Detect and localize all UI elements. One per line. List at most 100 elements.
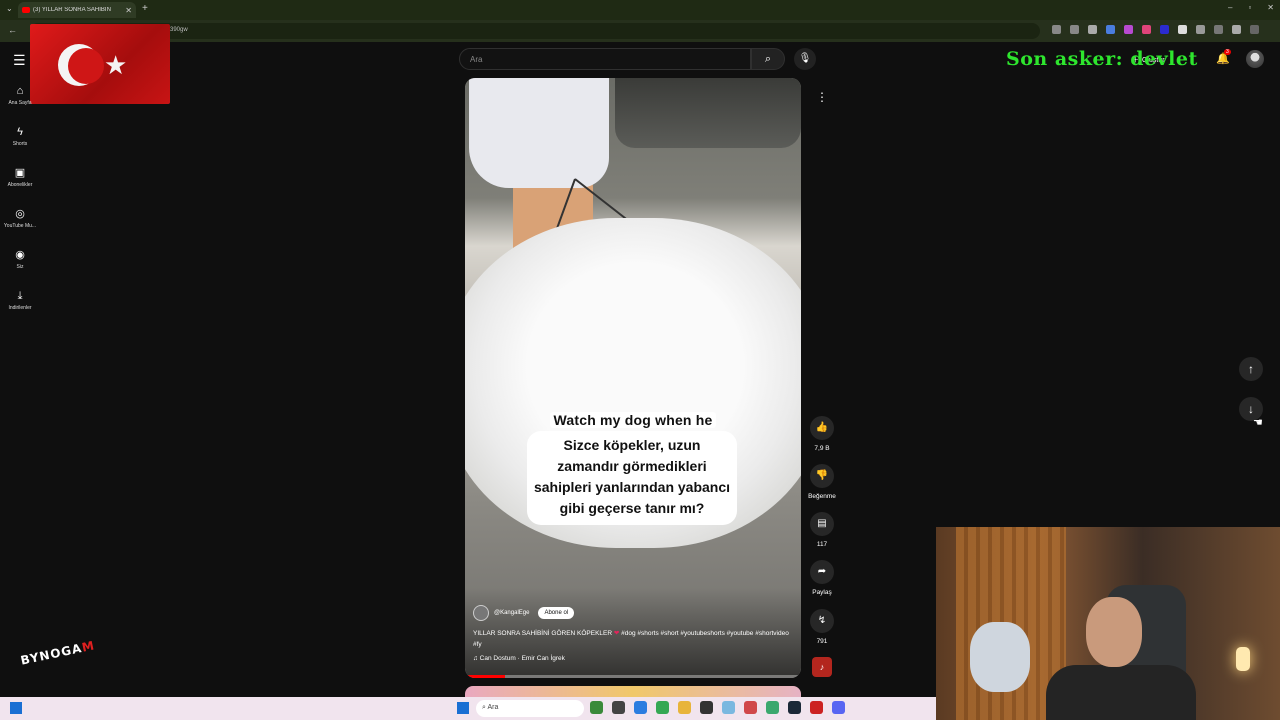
start-button-icon[interactable] (457, 702, 469, 714)
sidebar-item-you[interactable]: ◉ Siz (0, 248, 40, 270)
short-video-player[interactable]: Watch my dog when he Sizce köpekler, uzu… (465, 78, 801, 678)
sound-thumbnail-button[interactable]: ♪ (812, 657, 832, 677)
maximize-button[interactable]: ▫ (1248, 3, 1251, 12)
dislike-label: Beğenme (808, 493, 836, 500)
previous-short-button[interactable]: ↑ (1239, 357, 1263, 381)
screen: ⌄ (3) YILLAR SONRA SAHİBİN ✕ + – ▫ ✕ ← 3… (0, 0, 1280, 720)
taskbar-app-icon[interactable] (810, 701, 823, 714)
taskbar-app-icon[interactable] (590, 701, 603, 714)
zoom-icon[interactable] (1070, 25, 1079, 34)
video-person-shorts (469, 78, 609, 188)
heart-icon: ❤ (613, 630, 620, 637)
notification-badge: 3 (1224, 49, 1231, 55)
share-label: Paylaş (812, 589, 832, 596)
account-avatar[interactable] (1246, 50, 1264, 68)
video-progress-fill (465, 675, 506, 678)
url-field[interactable]: 390gw (30, 23, 1040, 39)
obs-icon[interactable] (700, 701, 713, 714)
menu-hamburger-icon[interactable]: ☰ (13, 52, 26, 69)
streamer-logo: BYNOGAM (19, 638, 96, 667)
close-tab-icon[interactable]: ✕ (125, 6, 132, 15)
extension-icon[interactable] (1160, 25, 1169, 34)
channel-info: @KangalEge Abone ol (473, 605, 575, 621)
dislike-button[interactable]: 👎 Beğenme (806, 464, 838, 500)
discord-icon[interactable] (832, 701, 845, 714)
channel-avatar[interactable] (473, 605, 489, 621)
sidebar-icon[interactable] (1214, 25, 1223, 34)
remix-button[interactable]: ↯ 791 (806, 609, 838, 645)
video-caption: Sizce köpekler, uzun zamandır görmedikle… (527, 431, 737, 525)
webcam-streamer-head (1086, 597, 1142, 667)
thumbs-down-icon: 👎 (810, 464, 834, 488)
sidebar-item-subscriptions[interactable]: ▣ Abonelikler (0, 166, 40, 188)
star-icon: ★ (104, 50, 128, 80)
extension-icon[interactable] (1124, 25, 1133, 34)
video-song[interactable]: ♫ Can Dostum · Emir Can İgrek (473, 655, 565, 662)
download-icon: ⤓ (17, 290, 23, 302)
extension-icon[interactable] (1142, 25, 1151, 34)
microphone-icon: 🎙 (798, 53, 812, 64)
subscribe-button[interactable]: Abone ol (538, 607, 575, 619)
new-tab-button[interactable]: + (142, 3, 148, 14)
sidebar-item-downloads[interactable]: ⤓ İndirilenler (0, 289, 40, 311)
sidebar-item-label: Siz (16, 264, 24, 270)
home-icon: ⌂ (16, 85, 24, 97)
sidebar-item-home[interactable]: ⌂ Ana Sayfa (0, 84, 40, 106)
video-car (615, 78, 801, 148)
install-app-icon[interactable] (1052, 25, 1061, 34)
taskbar-app-icon[interactable] (722, 701, 735, 714)
minimize-button[interactable]: – (1228, 3, 1232, 12)
webcam-lamp (1236, 647, 1250, 671)
music-note-icon: ♪ (819, 662, 825, 672)
sidebar-item-label: Shorts (12, 141, 28, 147)
video-title-text: YILLAR SONRA SAHİBİNİ GÖREN KÖPEKLER (473, 630, 613, 637)
share-button[interactable]: ➦ Paylaş (806, 560, 838, 596)
video-overlay-text-label: Watch my dog when he (550, 412, 716, 428)
taskbar-search[interactable]: ⌕ Ara (476, 700, 584, 717)
tab-search-chevron-icon[interactable]: ⌄ (6, 4, 13, 13)
video-progress-bar[interactable] (465, 675, 801, 678)
voice-search-button[interactable]: 🎙 (794, 48, 816, 70)
taskbar-search-placeholder: Ara (487, 704, 499, 711)
extension-icon[interactable] (1106, 25, 1115, 34)
steam-icon[interactable] (788, 701, 801, 714)
search-input[interactable]: Ara (459, 48, 751, 70)
sidebar-item-shorts[interactable]: ϟ Shorts (0, 125, 40, 147)
search-button[interactable]: ⌕ (751, 48, 785, 70)
widgets-icon[interactable] (10, 702, 22, 714)
taskbar-apps (590, 701, 845, 714)
file-explorer-icon[interactable] (678, 701, 691, 714)
extension-icon[interactable] (1178, 25, 1187, 34)
remix-count: 791 (816, 638, 828, 645)
comments-button[interactable]: ▤ 117 (806, 512, 838, 548)
comment-icon: ▤ (810, 512, 834, 536)
more-options-icon[interactable]: ⋮ (812, 90, 832, 110)
channel-name[interactable]: @KangalEge (494, 610, 529, 616)
taskbar: ⌕ Ara (0, 697, 936, 720)
logo-text: BYNOGA (19, 640, 84, 668)
taskbar-app-icon[interactable] (744, 701, 757, 714)
taskbar-app-icon[interactable] (766, 701, 779, 714)
browser-tab[interactable]: (3) YILLAR SONRA SAHİBİN ✕ (18, 2, 136, 18)
sidebar-item-label: Ana Sayfa (8, 100, 32, 106)
edge-icon[interactable] (634, 701, 647, 714)
bookmark-star-icon[interactable] (1088, 25, 1097, 34)
logo-accent: M (80, 638, 97, 655)
like-button[interactable]: 👍 7,9 B (806, 416, 838, 452)
sidebar-item-label: YouTube Mu... (3, 223, 37, 229)
video-title[interactable]: YILLAR SONRA SAHİBİNİ GÖREN KÖPEKLER ❤ #… (473, 628, 798, 650)
arrow-down-icon: ↓ (1248, 402, 1254, 416)
extensions-puzzle-icon[interactable] (1196, 25, 1205, 34)
chrome-icon[interactable] (656, 701, 669, 714)
youtube-music-icon: ◎ (15, 208, 25, 220)
profile-icon[interactable] (1232, 25, 1241, 34)
notifications-button[interactable]: 🔔 3 (1216, 49, 1231, 65)
back-arrow-icon[interactable]: ← (8, 25, 17, 35)
crescent-cutout (68, 48, 104, 84)
task-view-icon[interactable] (612, 701, 625, 714)
browser-menu-icon[interactable] (1250, 25, 1259, 34)
close-window-button[interactable]: ✕ (1267, 3, 1274, 12)
sidebar-item-youtube-music[interactable]: ◎ YouTube Mu... (0, 207, 40, 229)
subscriptions-icon: ▣ (14, 167, 26, 179)
shorts-icon: ϟ (17, 126, 23, 138)
